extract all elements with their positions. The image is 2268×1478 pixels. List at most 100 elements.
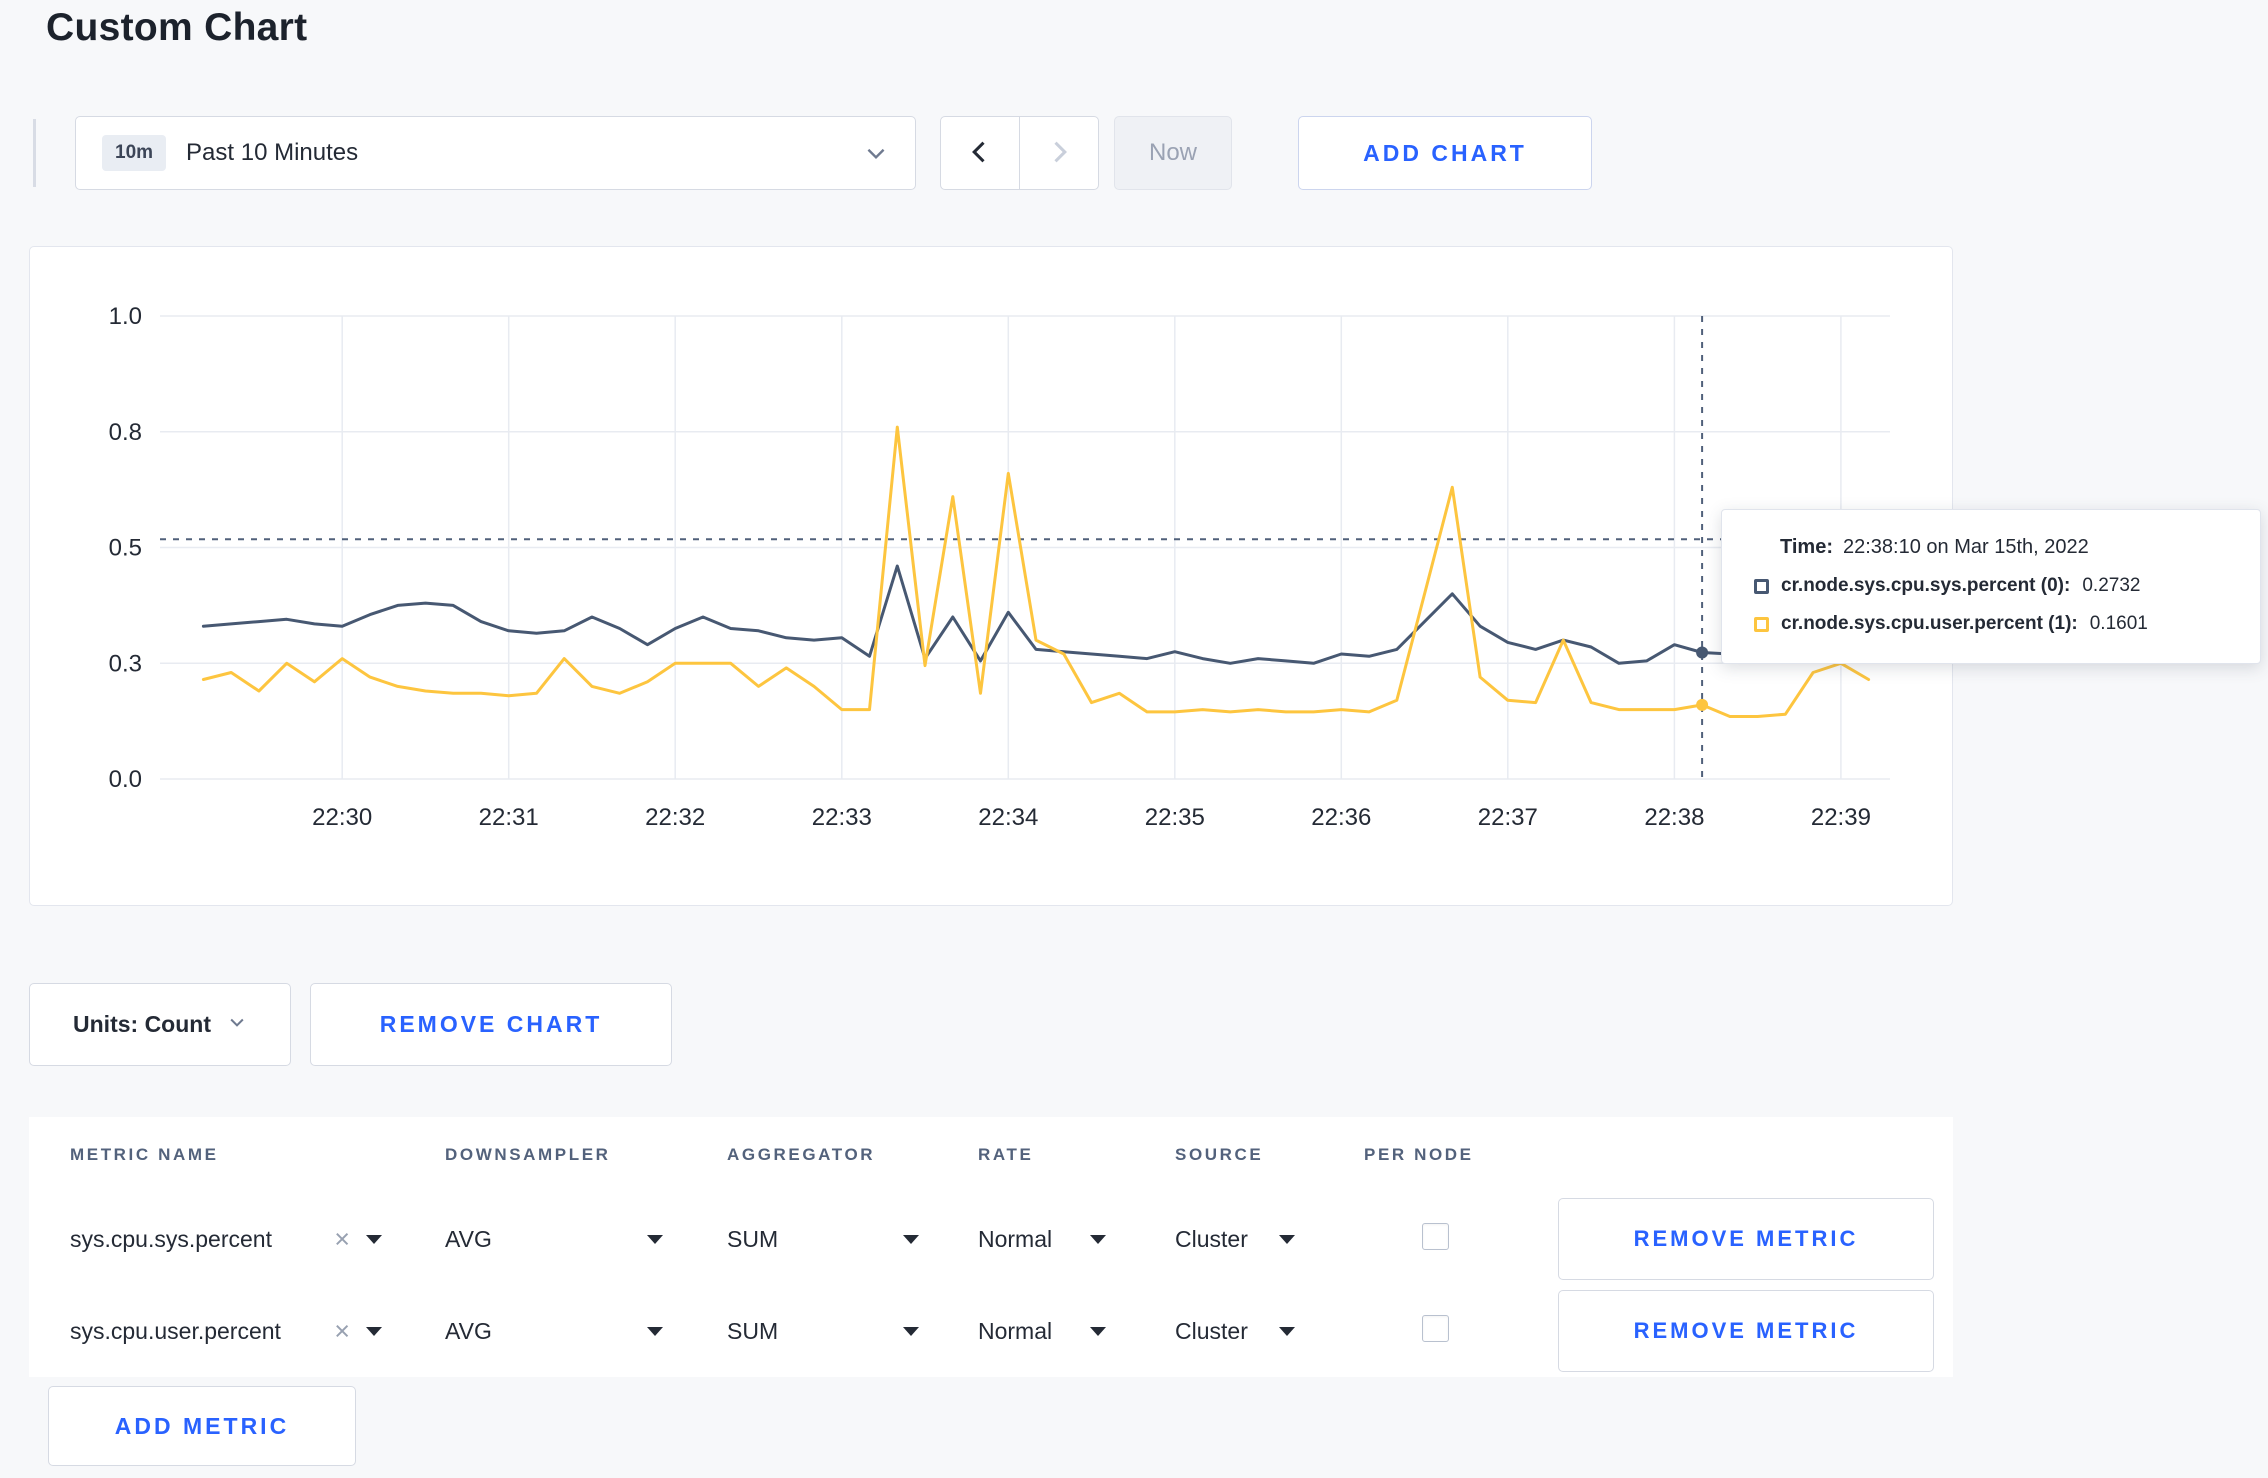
- clear-icon[interactable]: ×: [334, 1225, 350, 1253]
- source-value: Cluster: [1175, 1317, 1248, 1344]
- aggregator-value: SUM: [727, 1317, 779, 1344]
- metric-name-value: sys.cpu.user.percent: [70, 1317, 281, 1344]
- svg-text:22:31: 22:31: [479, 804, 539, 831]
- metric-name-value: sys.cpu.sys.percent: [70, 1225, 272, 1252]
- tooltip-series-row: cr.node.sys.cpu.sys.percent (0): 0.2732: [1754, 575, 2236, 597]
- series-color-swatch: [1754, 578, 1769, 594]
- column-header-aggregator: AGGREGATOR: [727, 1145, 876, 1164]
- caret-down-icon: [366, 1234, 382, 1244]
- downsampler-cell: AVG: [445, 1226, 727, 1253]
- time-range-dropdown[interactable]: 10m Past 10 Minutes: [75, 116, 916, 190]
- svg-text:22:35: 22:35: [1145, 804, 1205, 831]
- rate-select[interactable]: Normal: [978, 1318, 1106, 1345]
- column-header-metric-name: METRIC NAME: [70, 1145, 219, 1164]
- tooltip-time: Time: 22:38:10 on Mar 15th, 2022: [1780, 536, 2236, 559]
- metrics-table: METRIC NAME DOWNSAMPLER AGGREGATOR RATE …: [29, 1117, 1953, 1377]
- svg-text:22:36: 22:36: [1311, 804, 1371, 831]
- source-select[interactable]: Cluster: [1175, 1226, 1295, 1253]
- next-time-button[interactable]: [1019, 116, 1099, 190]
- add-metric-button[interactable]: ADD METRIC: [48, 1386, 356, 1466]
- time-range-badge: 10m: [102, 135, 167, 171]
- chevron-right-icon: [1045, 138, 1073, 169]
- svg-text:0.8: 0.8: [109, 419, 142, 446]
- tooltip-series-name: cr.node.sys.cpu.sys.percent (0):: [1781, 575, 2071, 596]
- svg-text:22:37: 22:37: [1478, 804, 1538, 831]
- units-dropdown[interactable]: Units: Count: [29, 983, 291, 1066]
- metric-row: sys.cpu.sys.percent × AVG SUM Normal Clu…: [29, 1193, 1953, 1285]
- remove-metric-button[interactable]: REMOVE METRIC: [1558, 1198, 1934, 1280]
- metrics-line-chart[interactable]: 0.0 0.3 0.5 0.8 1.0 22:30 22:31 22:32 22:33 22:34…: [30, 247, 1952, 905]
- svg-text:22:32: 22:32: [645, 804, 705, 831]
- caret-down-icon: [647, 1326, 663, 1336]
- downsampler-select[interactable]: AVG: [445, 1318, 663, 1345]
- svg-text:0.0: 0.0: [109, 766, 142, 793]
- svg-text:22:33: 22:33: [812, 804, 872, 831]
- actions-cell: REMOVE METRIC: [1558, 1198, 1953, 1280]
- tooltip-time-label: Time:: [1780, 536, 1833, 558]
- svg-text:22:38: 22:38: [1644, 804, 1704, 831]
- metric-name-cell: sys.cpu.user.percent ×: [70, 1317, 445, 1345]
- per-node-checkbox[interactable]: [1422, 1314, 1449, 1342]
- units-label: Units: Count: [73, 1011, 211, 1037]
- rate-cell: Normal: [978, 1318, 1175, 1345]
- rate-value: Normal: [978, 1225, 1053, 1252]
- caret-down-icon: [647, 1234, 663, 1244]
- svg-text:1.0: 1.0: [109, 303, 142, 330]
- tooltip-series-value: 0.2732: [2082, 575, 2141, 596]
- tooltip-time-value: 22:38:10 on Mar 15th, 2022: [1842, 536, 2089, 558]
- remove-chart-button[interactable]: REMOVE CHART: [310, 983, 672, 1066]
- rate-cell: Normal: [978, 1226, 1175, 1253]
- downsampler-value: AVG: [445, 1317, 492, 1344]
- prev-time-button[interactable]: [940, 116, 1020, 190]
- svg-text:0.3: 0.3: [109, 650, 142, 677]
- caret-down-icon: [1090, 1326, 1106, 1336]
- per-node-cell: [1364, 1314, 1558, 1348]
- metric-name-cell: sys.cpu.sys.percent ×: [70, 1225, 445, 1253]
- actions-cell: REMOVE METRIC: [1558, 1290, 1953, 1372]
- time-range-label: Past 10 Minutes: [186, 139, 359, 166]
- page-title: Custom Chart: [46, 6, 308, 49]
- svg-text:22:39: 22:39: [1811, 804, 1871, 831]
- tooltip-series-row: cr.node.sys.cpu.user.percent (1): 0.1601: [1754, 613, 2236, 635]
- aggregator-select[interactable]: SUM: [727, 1226, 919, 1253]
- caret-down-icon: [903, 1326, 919, 1336]
- remove-metric-button[interactable]: REMOVE METRIC: [1558, 1290, 1934, 1372]
- column-header-downsampler: DOWNSAMPLER: [445, 1145, 611, 1164]
- clear-icon[interactable]: ×: [334, 1317, 350, 1345]
- svg-text:22:30: 22:30: [312, 804, 372, 831]
- aggregator-value: SUM: [727, 1225, 779, 1252]
- source-cell: Cluster: [1175, 1226, 1364, 1253]
- chart-tooltip: Time: 22:38:10 on Mar 15th, 2022 cr.node.…: [1721, 509, 2261, 664]
- tooltip-series-name: cr.node.sys.cpu.user.percent (1):: [1781, 613, 2078, 634]
- custom-chart-page: Custom Chart 10m Past 10 Minutes Now ADD…: [0, 0, 2268, 1478]
- rate-value: Normal: [978, 1317, 1053, 1344]
- per-node-checkbox[interactable]: [1422, 1222, 1449, 1250]
- svg-text:22:34: 22:34: [978, 804, 1038, 831]
- caret-down-icon: [1279, 1234, 1295, 1244]
- source-select[interactable]: Cluster: [1175, 1318, 1295, 1345]
- per-node-cell: [1364, 1222, 1558, 1256]
- add-chart-button[interactable]: ADD CHART: [1298, 116, 1592, 190]
- series-color-swatch: [1754, 616, 1769, 632]
- metric-row: sys.cpu.user.percent × AVG SUM Normal Cl…: [29, 1285, 1953, 1377]
- column-header-rate: RATE: [978, 1145, 1034, 1164]
- caret-down-icon: [1090, 1234, 1106, 1244]
- aggregator-select[interactable]: SUM: [727, 1318, 919, 1345]
- caret-down-icon: [1279, 1326, 1295, 1336]
- downsampler-select[interactable]: AVG: [445, 1226, 663, 1253]
- aggregator-cell: SUM: [727, 1226, 978, 1253]
- column-header-per-node: PER NODE: [1364, 1145, 1474, 1164]
- rate-select[interactable]: Normal: [978, 1226, 1106, 1253]
- chart-card: 0.0 0.3 0.5 0.8 1.0 22:30 22:31 22:32 22:33 22:34…: [29, 246, 1953, 906]
- metric-name-select[interactable]: sys.cpu.user.percent ×: [70, 1317, 382, 1345]
- downsampler-cell: AVG: [445, 1318, 727, 1345]
- now-button[interactable]: Now: [1114, 116, 1232, 190]
- downsampler-value: AVG: [445, 1225, 492, 1252]
- svg-text:0.5: 0.5: [109, 535, 142, 562]
- caret-down-icon: [366, 1326, 382, 1336]
- column-header-source: SOURCE: [1175, 1145, 1264, 1164]
- aggregator-cell: SUM: [727, 1318, 978, 1345]
- toolbar-divider: [33, 119, 36, 187]
- caret-down-icon: [903, 1234, 919, 1244]
- metric-name-select[interactable]: sys.cpu.sys.percent ×: [70, 1225, 382, 1253]
